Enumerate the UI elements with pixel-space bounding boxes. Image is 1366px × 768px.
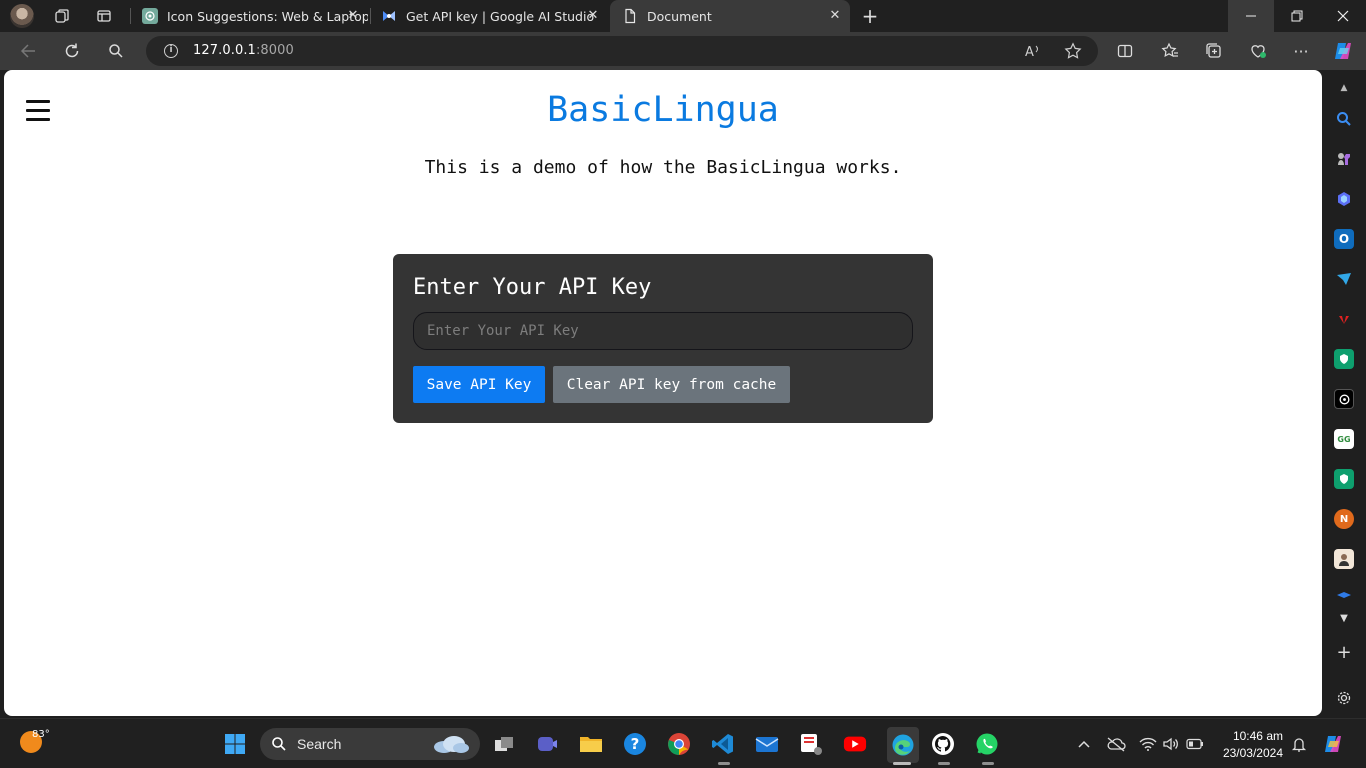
teams-meet-icon[interactable]	[535, 732, 559, 756]
snipping-tool-icon[interactable]	[799, 732, 823, 756]
clock-time[interactable]: 10:46 am	[1205, 729, 1283, 743]
cloud-icon	[434, 736, 469, 753]
volume-icon[interactable]	[1159, 732, 1183, 756]
search-icon[interactable]	[103, 39, 129, 63]
close-icon[interactable]: ✕	[828, 9, 842, 23]
wifi-icon[interactable]	[1136, 732, 1160, 756]
task-view-icon[interactable]	[492, 732, 516, 756]
card-heading: Enter Your API Key	[413, 275, 652, 300]
tab-title: Document	[647, 8, 712, 24]
tab-icon-suggestions[interactable]: Icon Suggestions: Web & Laptop ✕	[134, 0, 368, 32]
tab-separator	[370, 8, 371, 24]
drop-send-icon[interactable]	[1334, 269, 1354, 289]
svg-text:?: ?	[631, 735, 640, 753]
api-key-card: Enter Your API Key Save API Key Clear AP…	[393, 254, 933, 423]
favorite-star-icon[interactable]	[1062, 41, 1084, 61]
tab-title: Icon Suggestions: Web & Laptop	[167, 8, 368, 24]
google-ai-studio-icon	[381, 8, 397, 24]
close-icon[interactable]: ✕	[586, 9, 600, 23]
active-indicator	[893, 762, 911, 765]
notification-bell-icon[interactable]	[1287, 732, 1311, 756]
chrome-icon[interactable]	[667, 732, 691, 756]
url-text: 127.0.0.1:8000	[193, 43, 294, 58]
help-icon[interactable]: ?	[623, 732, 647, 756]
chatgpt-icon[interactable]	[1334, 389, 1354, 409]
windows-start-icon[interactable]	[223, 732, 247, 756]
split-screen-icon[interactable]	[1112, 39, 1138, 63]
edge-browser-icon[interactable]	[887, 727, 919, 763]
search-label: Search	[297, 736, 342, 752]
tab-actions-icon[interactable]	[94, 6, 114, 26]
browser-titlebar: Icon Suggestions: Web & Laptop ✕ Get API…	[0, 0, 1366, 32]
copilot-sidebar-icon[interactable]	[1334, 189, 1354, 209]
minimize-button[interactable]	[1228, 0, 1274, 32]
api-key-input[interactable]	[413, 312, 913, 350]
tab-document[interactable]: Document ✕	[610, 0, 850, 32]
running-indicator	[982, 762, 994, 765]
scroll-down-icon[interactable]: ▼	[1334, 608, 1354, 628]
taskbar-search[interactable]: Search	[260, 728, 480, 760]
file-explorer-icon[interactable]	[579, 732, 603, 756]
app-shortcut-icon[interactable]	[1334, 586, 1354, 606]
edge-sidebar: ▲ O GG N ▼ +	[1322, 70, 1366, 718]
search-icon[interactable]	[1334, 109, 1354, 129]
profile-photo-icon[interactable]	[1334, 549, 1354, 569]
app-title: BasicLingua	[547, 90, 779, 130]
document-icon	[622, 8, 638, 24]
running-indicator	[938, 762, 950, 765]
copilot-taskbar-icon[interactable]	[1321, 732, 1345, 756]
running-indicator	[718, 762, 730, 765]
restore-button[interactable]	[1274, 0, 1320, 32]
workspaces-icon[interactable]	[52, 6, 72, 26]
more-options-icon[interactable]: ···	[1288, 39, 1314, 63]
vscode-icon[interactable]	[711, 732, 735, 756]
close-window-button[interactable]	[1320, 0, 1366, 32]
clock-date[interactable]: 23/03/2024	[1205, 746, 1283, 760]
weather-temperature: 83°	[32, 729, 50, 740]
page-subtitle: This is a demo of how the BasicLingua wo…	[424, 157, 902, 178]
onedrive-offline-icon[interactable]	[1104, 732, 1128, 756]
refresh-icon[interactable]	[59, 39, 85, 63]
tab-title: Get API key | Google AI Studio	[406, 8, 595, 24]
copilot-icon[interactable]	[1330, 39, 1356, 63]
tab-google-ai-studio[interactable]: Get API key | Google AI Studio ✕	[372, 0, 608, 32]
n-app-icon[interactable]: N	[1334, 509, 1354, 529]
new-tab-icon[interactable]: +	[860, 4, 880, 28]
github-icon[interactable]	[931, 732, 955, 756]
windows-taskbar: 83° Search ? 10:46 am 23/03/2024	[0, 718, 1366, 768]
tab-separator	[130, 8, 131, 24]
close-icon[interactable]: ✕	[346, 9, 360, 23]
outlook-icon[interactable]: O	[1334, 229, 1354, 249]
shield-icon[interactable]	[1334, 469, 1354, 489]
battery-icon[interactable]	[1183, 732, 1207, 756]
site-info-icon[interactable]: i	[164, 44, 178, 58]
browser-toolbar: i 127.0.0.1:8000 A ···	[0, 32, 1366, 70]
settings-gear-icon[interactable]	[1334, 688, 1354, 708]
profile-avatar[interactable]	[10, 4, 34, 28]
address-bar[interactable]: i 127.0.0.1:8000 A	[146, 36, 1098, 66]
back-arrow-icon[interactable]	[15, 39, 41, 63]
huawei-icon[interactable]	[1334, 309, 1354, 329]
favorites-icon[interactable]	[1157, 39, 1183, 63]
collections-icon[interactable]	[1201, 39, 1227, 63]
mail-icon[interactable]	[755, 732, 779, 756]
browser-essentials-icon[interactable]	[1245, 39, 1271, 63]
add-icon[interactable]: +	[1334, 642, 1354, 663]
geeksforgeeks-icon[interactable]: GG	[1334, 429, 1354, 449]
games-icon[interactable]	[1334, 149, 1354, 169]
search-icon	[272, 737, 286, 751]
chevron-up-icon[interactable]	[1072, 732, 1096, 756]
save-api-key-button[interactable]: Save API Key	[413, 366, 545, 403]
shield-icon[interactable]	[1334, 349, 1354, 369]
clear-api-key-button[interactable]: Clear API key from cache	[553, 366, 790, 403]
whatsapp-icon[interactable]	[975, 732, 999, 756]
read-aloud-icon[interactable]: A	[1022, 41, 1044, 61]
svg-text:A: A	[1025, 45, 1034, 59]
page-viewport: BasicLingua This is a demo of how the Ba…	[4, 70, 1322, 716]
youtube-icon[interactable]	[843, 732, 867, 756]
scroll-up-icon[interactable]: ▲	[1334, 78, 1354, 98]
chatgpt-icon	[142, 8, 158, 24]
